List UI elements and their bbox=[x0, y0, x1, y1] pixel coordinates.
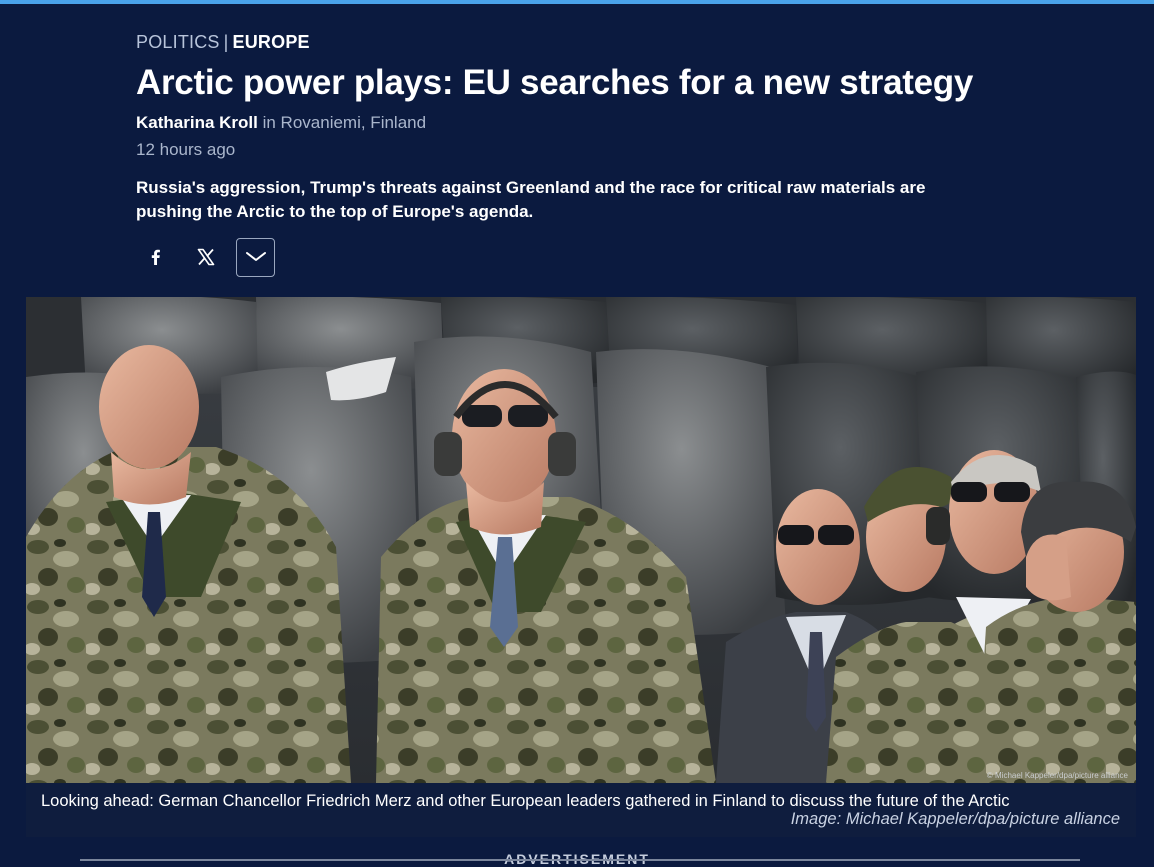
image-caption: Looking ahead: German Chancellor Friedri… bbox=[41, 792, 1010, 810]
top-accent-bar bbox=[0, 0, 1154, 4]
photo-illustration bbox=[26, 297, 1136, 783]
timestamp: 12 hours ago bbox=[136, 140, 236, 159]
x-share-button[interactable] bbox=[186, 237, 226, 277]
author-link[interactable]: Katharina Kroll bbox=[136, 113, 258, 132]
breadcrumb-separator: | bbox=[223, 32, 229, 52]
subsection-link[interactable]: EUROPE bbox=[233, 32, 310, 52]
image-credit: Image: Michael Kappeler/dpa/picture alli… bbox=[790, 810, 1120, 828]
breadcrumb: POLITICS | EUROPE bbox=[136, 30, 1016, 54]
section-link[interactable]: POLITICS bbox=[136, 32, 220, 52]
more-share-options-button[interactable] bbox=[236, 237, 275, 277]
photo-credit-overlay: © Michael Kappeler/dpa/picture alliance bbox=[986, 771, 1128, 780]
article-teaser: Russia's aggression, Trump's threats aga… bbox=[136, 178, 926, 221]
share-bar bbox=[136, 236, 285, 278]
lead-photo[interactable]: © Michael Kappeler/dpa/picture alliance bbox=[26, 297, 1136, 783]
chevron-down-icon bbox=[245, 252, 266, 261]
article-header: POLITICS | EUROPE Arctic power plays: EU s… bbox=[136, 30, 1016, 241]
facebook-share-button[interactable] bbox=[136, 237, 176, 277]
byline: Katharina Kroll in Rovaniemi, Finland bbox=[136, 112, 1016, 134]
lead-image-figure: © Michael Kappeler/dpa/picture alliance … bbox=[26, 297, 1136, 837]
advertisement-divider bbox=[80, 859, 1080, 861]
location: in Rovaniemi, Finland bbox=[262, 113, 427, 132]
facebook-icon bbox=[151, 249, 160, 265]
page-title: Arctic power plays: EU searches for a ne… bbox=[136, 63, 973, 102]
x-icon bbox=[197, 248, 215, 266]
